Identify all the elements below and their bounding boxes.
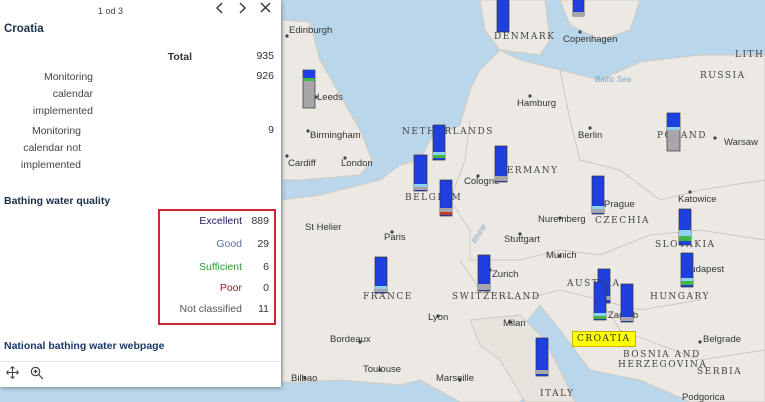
quality-not-classified-label: Not classified <box>179 303 242 315</box>
bar-czechia[interactable] <box>591 175 605 215</box>
country-poland: POLAND <box>657 131 707 141</box>
zoom-to-icon[interactable] <box>30 366 44 383</box>
calendar-implemented-label: Monitoring calendar implemented <box>32 71 93 117</box>
city-marseille: Marseille <box>436 373 474 384</box>
city-milan: Milan <box>503 318 526 329</box>
country-netherlands: NETHERLANDS <box>402 127 494 137</box>
city-birmingham: Birmingham <box>310 130 361 141</box>
city-edinburgh: Edinburgh <box>289 25 332 36</box>
bar-poland[interactable] <box>666 112 681 152</box>
city-copenhagen: Copenhagen <box>563 34 617 45</box>
bar-denmark-2[interactable] <box>572 0 585 17</box>
croatia-highlight-label[interactable]: CROATIA <box>572 331 636 347</box>
city-prague: Prague <box>604 199 635 210</box>
total-label: Total <box>167 51 192 63</box>
quality-sufficient-label: Sufficient <box>199 261 242 273</box>
city-cologne: Cologne <box>464 176 499 187</box>
quality-good-label: Good <box>216 238 242 250</box>
pan-icon[interactable] <box>6 366 19 382</box>
city-bilbao: Bilbao <box>291 373 317 384</box>
bar-belgium-1[interactable] <box>413 154 428 192</box>
city-warsaw: Warsaw <box>724 137 758 148</box>
city-leeds: Leeds <box>317 92 343 103</box>
quality-sufficient-value: 6 <box>263 261 269 273</box>
quality-excellent-value: 889 <box>251 215 269 227</box>
quality-good-value: 29 <box>257 238 269 250</box>
country-switzerland: SWITZERLAND <box>452 292 541 302</box>
chevron-left-icon[interactable] <box>212 2 228 17</box>
city-katowice: Katowice <box>678 194 717 205</box>
popup-title: Croatia <box>4 23 44 35</box>
bar-belgium-2[interactable] <box>439 179 453 217</box>
popup-toolbar <box>0 361 281 388</box>
city-st-helier: St Helier <box>305 222 341 233</box>
city-munich: Munich <box>546 250 577 261</box>
national-webpage-link[interactable]: National bathing water webpage <box>4 340 164 352</box>
bar-italy[interactable] <box>535 337 549 377</box>
quality-poor-label: Poor <box>219 282 242 294</box>
country-serbia: SERBIA <box>697 367 742 377</box>
bar-hungary[interactable] <box>680 252 694 288</box>
calendar-not-implemented-value: 9 <box>268 124 274 136</box>
city-london: London <box>341 158 373 169</box>
country-herzegovina: HERZEGOVINA <box>618 360 707 370</box>
bar-france[interactable] <box>374 256 388 294</box>
city-belgrade: Belgrade <box>703 334 741 345</box>
country-austria: AUSTRIA <box>566 279 621 289</box>
bar-germany-north[interactable] <box>494 145 508 183</box>
quality-excellent-label: Excellent <box>199 215 242 227</box>
feature-popup: 1 od 3 Croatia Total 935 Monitoring cale… <box>0 0 281 387</box>
total-value: 935 <box>256 50 274 62</box>
bar-switzerland[interactable] <box>477 254 491 292</box>
quality-not-classified-value: 11 <box>258 303 269 315</box>
quality-poor-value: 0 <box>263 282 269 294</box>
country-france: FRANCE <box>363 292 413 302</box>
chevron-right-icon[interactable] <box>234 2 250 17</box>
city-hamburg: Hamburg <box>517 98 556 109</box>
country-lithuania: LITH <box>735 50 764 60</box>
country-italy: ITALY <box>540 389 574 399</box>
calendar-not-implemented-label: Monitoring calendar not implemented <box>20 125 81 171</box>
close-icon[interactable] <box>257 2 273 16</box>
bar-croatia-1[interactable] <box>593 281 607 321</box>
sea-label: Baltic Sea <box>595 75 632 84</box>
city-lyon: Lyon <box>428 312 448 323</box>
bar-denmark-1[interactable] <box>496 0 510 33</box>
city-bordeaux: Bordeaux <box>330 334 371 345</box>
city-stuttgart: Stuttgart <box>504 234 540 245</box>
bar-netherlands[interactable] <box>432 124 446 161</box>
bar-croatia-2[interactable] <box>620 283 634 323</box>
country-bosnia: BOSNIA AND <box>623 350 701 360</box>
quality-box: Excellent 889 Good 29 Sufficient 6 Poor … <box>158 209 276 325</box>
country-belgium: BELGIUM <box>405 193 462 203</box>
country-czechia: CZECHIA <box>595 216 650 226</box>
country-hungary: HUNGARY <box>650 292 710 302</box>
bar-uk[interactable] <box>302 69 316 109</box>
city-nuremberg: Nuremberg <box>538 214 586 225</box>
city-cardiff: Cardiff <box>288 158 316 169</box>
bar-slovakia[interactable] <box>678 208 692 246</box>
pager-text: 1 od 3 <box>98 6 124 16</box>
city-berlin: Berlin <box>578 130 602 141</box>
calendar-implemented-value: 926 <box>256 70 274 82</box>
city-toulouse: Toulouse <box>363 364 401 375</box>
country-russia: RUSSIA <box>700 71 746 81</box>
city-paris: Paris <box>384 232 406 243</box>
quality-heading: Bathing water quality <box>4 195 111 207</box>
city-podgorica: Podgorica <box>682 392 725 402</box>
city-zurich: Zurich <box>492 269 518 280</box>
country-denmark: DENMARK <box>494 32 555 42</box>
